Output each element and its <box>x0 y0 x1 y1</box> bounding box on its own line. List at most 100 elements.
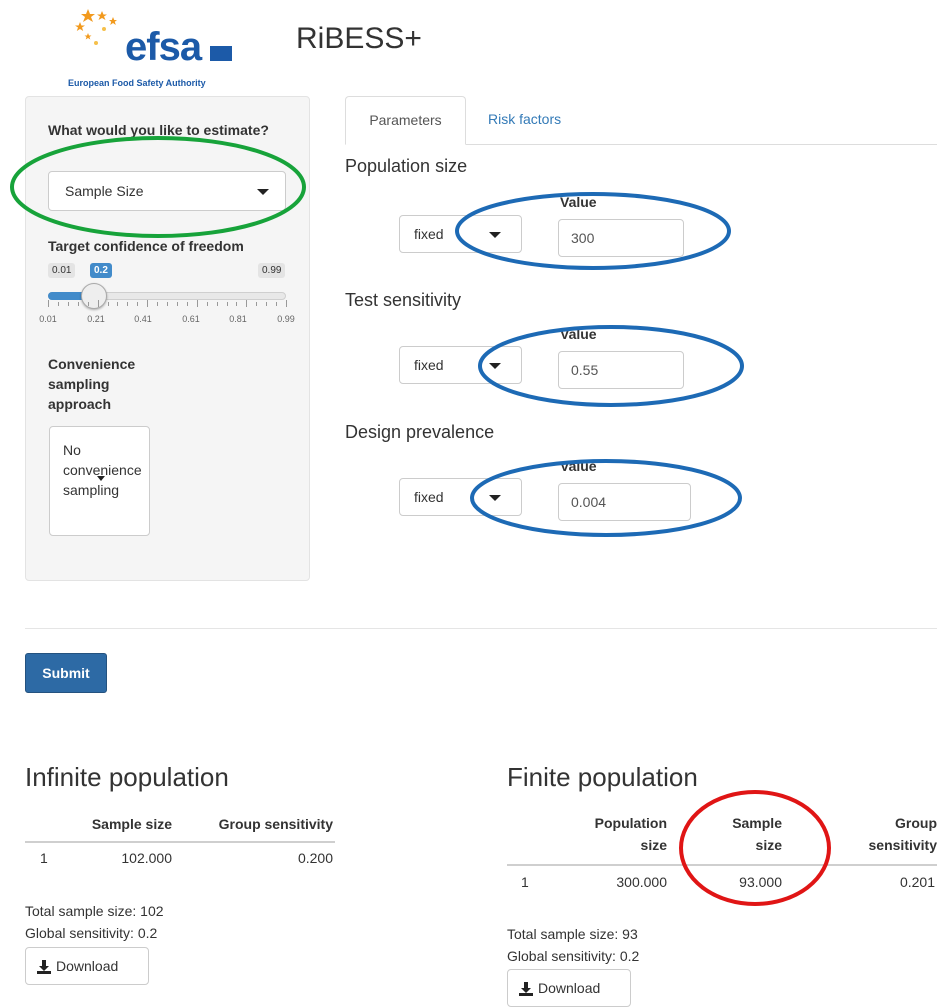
dist-select-value: fixed <box>414 357 444 373</box>
slider-minor-tick <box>246 300 247 307</box>
slider-tick-label: 0.01 <box>39 314 57 324</box>
slider-minor-tick <box>187 302 188 306</box>
slider-minor-tick <box>127 302 128 306</box>
infinite-population-title: Infinite population <box>25 762 229 792</box>
population-size-value: 300 <box>571 230 595 246</box>
table-header-rule <box>507 864 937 866</box>
header-line: size <box>640 837 667 853</box>
slider-minor-tick <box>117 302 118 306</box>
convenience-select[interactable]: No convenience sampling <box>49 426 150 536</box>
row-index: 1 <box>521 874 529 890</box>
group-sensitivity-cell: 0.201 <box>899 874 935 890</box>
section-divider <box>25 628 937 629</box>
slider-minor-tick <box>137 302 138 306</box>
convenience-label-line: Convenience <box>48 356 136 372</box>
design-prevalence-dist-select[interactable]: fixed <box>399 478 522 516</box>
finite-results-table: Population size Sample size Group sensit… <box>507 808 937 898</box>
download-label: Download <box>56 958 119 974</box>
submit-button[interactable]: Submit <box>25 653 107 693</box>
estimate-select[interactable]: Sample Size <box>48 171 286 211</box>
download-icon <box>519 981 533 996</box>
slider-tick-label: 0.41 <box>134 314 152 324</box>
convenience-label: Convenience sampling approach <box>48 354 135 414</box>
slider-handle[interactable] <box>81 283 107 309</box>
test-sensitivity-value: 0.55 <box>571 362 599 378</box>
slider-minor-tick <box>167 302 168 306</box>
eu-flag-icon <box>210 46 232 61</box>
test-sensitivity-input[interactable]: 0.55 <box>558 351 684 389</box>
finite-global-sensitivity: Global sensitivity: 0.2 <box>507 948 640 964</box>
dist-select-value: fixed <box>414 226 444 242</box>
slider-minor-tick <box>286 300 287 307</box>
slider-minor-tick <box>177 302 178 306</box>
slider-minor-tick <box>207 302 208 306</box>
population-size-dist-select[interactable]: fixed <box>399 215 522 253</box>
slider-minor-tick <box>236 302 237 306</box>
population-size-cell: 300.000 <box>616 874 667 890</box>
slider-minor-tick <box>48 300 49 307</box>
confidence-slider[interactable]: 0.01 0.2 0.99 0.01 0.21 0.41 0.61 0.81 0.99 <box>39 260 295 330</box>
finite-download-button[interactable]: Download <box>507 969 631 1007</box>
chevron-down-icon <box>489 495 501 501</box>
slider-minor-tick <box>197 300 198 307</box>
logo-subtitle: European Food Safety Authority <box>68 78 206 88</box>
slider-tick-label: 0.81 <box>229 314 247 324</box>
finite-population-title: Finite population <box>507 762 698 792</box>
header-line: size <box>755 837 782 853</box>
value-label: Value <box>560 326 597 342</box>
slider-minor-tick <box>266 302 267 306</box>
infinite-results-table: Sample size Group sensitivity 1 102.000 … <box>25 808 335 878</box>
convenience-value-line: sampling <box>63 482 120 498</box>
slider-minor-tick <box>227 302 228 306</box>
confidence-label: Target confidence of freedom <box>48 238 244 254</box>
download-label: Download <box>538 980 601 996</box>
header-line: Population <box>594 815 667 831</box>
slider-minor-tick <box>276 302 277 306</box>
infinite-total-sample-size: Total sample size: 102 <box>25 903 164 919</box>
header-line: sensitivity <box>868 837 937 853</box>
chevron-down-icon <box>97 476 105 481</box>
efsa-logo: efsa European Food Safety Authority <box>58 5 238 93</box>
value-label: Value <box>560 458 597 474</box>
slider-minor-tick <box>108 302 109 306</box>
slider-minor-tick <box>78 302 79 306</box>
slider-min-label: 0.01 <box>48 263 76 278</box>
header-line: Group <box>895 815 937 831</box>
app-title: RiBESS+ <box>296 22 422 55</box>
test-sensitivity-title: Test sensitivity <box>345 290 462 310</box>
header-line: Sample <box>732 815 782 831</box>
finite-total-sample-size: Total sample size: 93 <box>507 926 638 942</box>
download-icon <box>37 959 51 974</box>
tab-risk-factors[interactable]: Risk factors <box>488 96 561 145</box>
tab-parameters[interactable]: Parameters <box>345 96 466 145</box>
slider-minor-tick <box>58 302 59 306</box>
column-header-sample-size: Sample size <box>687 812 782 856</box>
slider-minor-tick <box>256 302 257 306</box>
estimate-label: What would you like to estimate? <box>48 122 269 138</box>
population-size-input[interactable]: 300 <box>558 219 684 257</box>
infinite-download-button[interactable]: Download <box>25 947 149 985</box>
infinite-global-sensitivity: Global sensitivity: 0.2 <box>25 925 158 941</box>
design-prevalence-value: 0.004 <box>571 494 607 510</box>
slider-value-label: 0.2 <box>90 263 112 278</box>
design-prevalence-input[interactable]: 0.004 <box>558 483 691 521</box>
chevron-down-icon <box>489 363 501 369</box>
slider-tick-label: 0.99 <box>277 314 295 324</box>
slider-tick-label: 0.61 <box>182 314 200 324</box>
table-header-rule <box>25 841 335 843</box>
chevron-down-icon <box>257 189 269 195</box>
design-prevalence-title: Design prevalence <box>345 422 495 442</box>
test-sensitivity-dist-select[interactable]: fixed <box>399 346 522 384</box>
estimate-select-value: Sample Size <box>65 183 144 199</box>
population-size-title: Population size <box>345 156 468 176</box>
slider-minor-tick <box>147 300 148 307</box>
chevron-down-icon <box>489 232 501 238</box>
convenience-value-line: convenience <box>63 462 142 478</box>
convenience-value-line: No <box>63 442 81 458</box>
column-header-group-sensitivity: Group sensitivity <box>218 816 333 832</box>
slider-max-label: 0.99 <box>258 263 286 278</box>
slider-minor-tick <box>88 302 89 306</box>
slider-tick-label: 0.21 <box>87 314 105 324</box>
sample-size-cell: 102.000 <box>121 850 172 866</box>
slider-minor-tick <box>217 302 218 306</box>
